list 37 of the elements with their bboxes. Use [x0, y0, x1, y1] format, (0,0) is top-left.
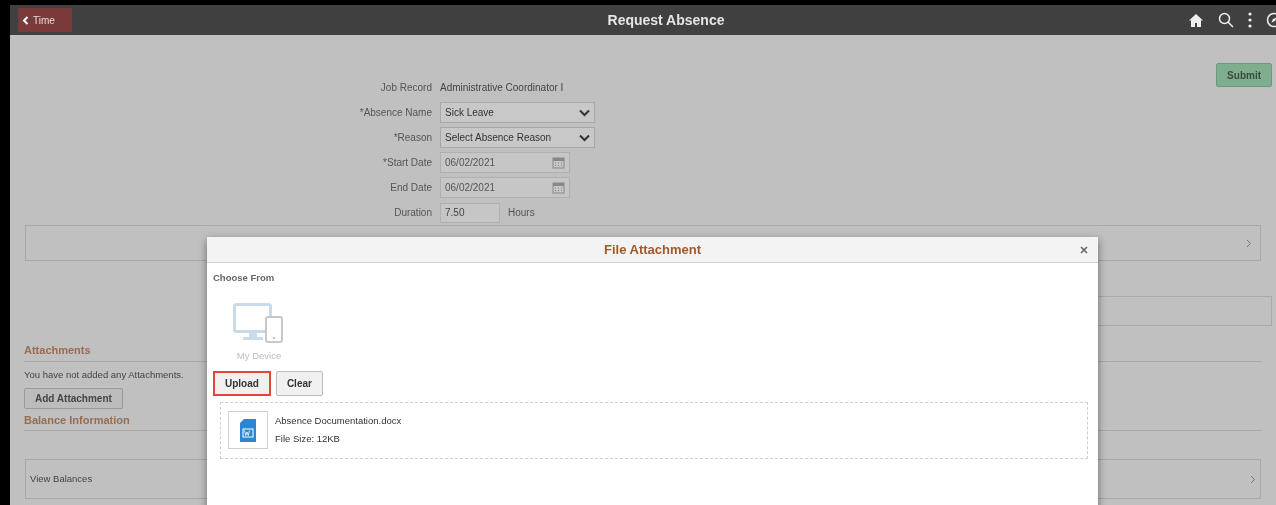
field-label: End Date	[389, 181, 433, 195]
date-field[interactable]: 06/02/2021	[440, 177, 570, 198]
field-value: Administrative Coordinator I	[440, 81, 564, 95]
word-document-icon	[240, 418, 256, 442]
date-field[interactable]: 06/02/2021	[440, 152, 570, 173]
field-label: *Reason	[392, 131, 433, 145]
empty-message: You have not added any Attachments.	[24, 367, 184, 382]
field-label: *Absence Name	[358, 106, 433, 120]
unit-label: Hours	[508, 206, 535, 220]
dialog-button[interactable]: Clear	[275, 370, 323, 396]
home-icon[interactable]	[1188, 12, 1204, 28]
field-label: *Start Date	[382, 156, 433, 170]
chevron-right-icon	[1250, 474, 1256, 484]
chevron-left-icon	[22, 15, 29, 25]
chevron-down-icon	[579, 108, 590, 117]
file-size: File Size: 12KB	[275, 432, 341, 446]
close-icon	[1080, 245, 1088, 254]
chevron-right-icon	[1246, 238, 1252, 248]
close-button[interactable]	[1080, 245, 1088, 254]
file-name: Absence Documentation.docx	[275, 413, 402, 428]
submit-button[interactable]: Submit	[1216, 63, 1272, 87]
choose-from-label: Choose From	[213, 271, 276, 285]
page-title: Request Absence	[606, 10, 726, 30]
field-label: Duration	[393, 206, 433, 220]
chevron-down-icon	[579, 133, 590, 142]
search-icon[interactable]	[1218, 12, 1234, 28]
dialog-title: File Attachment	[604, 240, 701, 259]
back-button[interactable]: Time	[18, 8, 72, 32]
dropdown[interactable]: Sick Leave	[440, 102, 595, 123]
devices-icon	[233, 303, 285, 344]
add-attachment-button[interactable]: Add Attachment	[24, 387, 123, 409]
document-thumbnail[interactable]	[228, 411, 268, 449]
field-label: Job Record	[379, 81, 433, 95]
more-options-icon[interactable]	[1248, 12, 1252, 28]
dialog-button[interactable]: Upload	[213, 370, 271, 396]
duration-field[interactable]: 7.50	[440, 202, 500, 223]
dropdown[interactable]: Select Absence Reason	[440, 127, 595, 148]
